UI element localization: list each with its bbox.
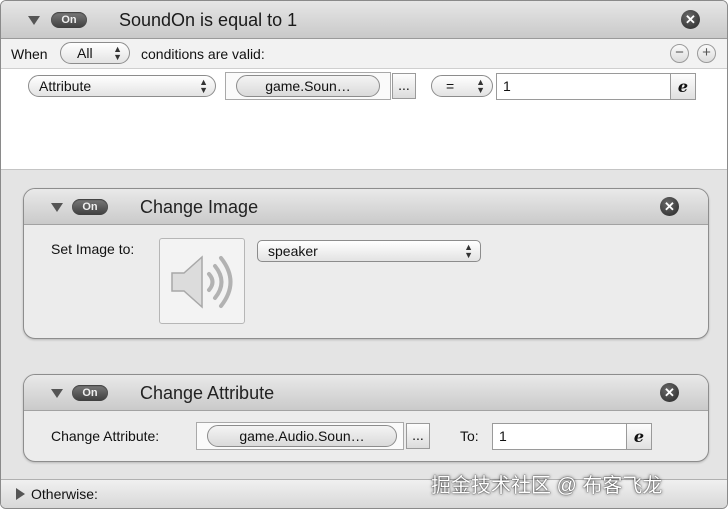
condition-area: Attribute ▲ ▼ game.Soun… ... = ▲ ▼ 1 e bbox=[1, 69, 727, 169]
rule-close-icon[interactable]: ✕ bbox=[681, 10, 700, 29]
image-select-value: speaker bbox=[268, 243, 318, 259]
change-attribute-title[interactable]: Change Attribute bbox=[140, 383, 274, 404]
conditions-valid-label: conditions are valid: bbox=[141, 46, 265, 62]
to-expression-button[interactable]: e bbox=[626, 423, 652, 450]
change-attribute-browse-button[interactable]: ... bbox=[406, 423, 430, 449]
change-image-on-toggle[interactable]: On bbox=[72, 199, 108, 215]
change-image-header: On Change Image ✕ bbox=[24, 189, 708, 225]
change-image-behavior: On Change Image ✕ Set Image to: speaker … bbox=[23, 188, 709, 339]
actions-area: On Change Image ✕ Set Image to: speaker … bbox=[1, 169, 727, 479]
watermark-text: 掘金技术社区 @ 布客飞龙 bbox=[431, 475, 663, 497]
speaker-icon bbox=[171, 255, 233, 309]
to-label: To: bbox=[460, 428, 479, 444]
collapse-triangle-icon[interactable] bbox=[28, 16, 40, 25]
attribute-token-box: game.Audio.Soun… bbox=[196, 422, 404, 450]
change-attribute-label: Change Attribute: bbox=[51, 428, 160, 444]
select-arrows-icon: ▲ ▼ bbox=[113, 44, 122, 62]
change-attribute-on-toggle[interactable]: On bbox=[72, 385, 108, 401]
change-attribute-behavior: On Change Attribute ✕ Change Attribute: … bbox=[23, 374, 709, 462]
set-image-label: Set Image to: bbox=[51, 241, 135, 257]
condition-value-field[interactable]: 1 bbox=[496, 73, 671, 100]
change-attribute-close-icon[interactable]: ✕ bbox=[660, 383, 679, 402]
to-value-field[interactable]: 1 bbox=[492, 423, 627, 450]
rule-on-toggle[interactable]: On bbox=[51, 12, 87, 28]
change-image-close-icon[interactable]: ✕ bbox=[660, 197, 679, 216]
rule-header: On SoundOn is equal to 1 ✕ bbox=[1, 1, 727, 39]
condition-browse-button[interactable]: ... bbox=[392, 73, 416, 99]
rule-editor-window: On SoundOn is equal to 1 ✕ When All ▲ ▼ c… bbox=[0, 0, 728, 509]
rule-title[interactable]: SoundOn is equal to 1 bbox=[119, 10, 297, 31]
collapse-triangle-icon[interactable] bbox=[51, 203, 63, 212]
condition-attribute-token[interactable]: game.Soun… bbox=[236, 75, 380, 97]
select-arrows-icon: ▲ ▼ bbox=[464, 242, 473, 260]
change-image-title[interactable]: Change Image bbox=[140, 197, 258, 218]
operator-value: = bbox=[446, 78, 455, 94]
conditions-mode-select[interactable]: All ▲ ▼ bbox=[60, 42, 130, 64]
when-label: When bbox=[11, 46, 48, 62]
condition-type-select[interactable]: Attribute ▲ ▼ bbox=[28, 75, 216, 97]
operator-select[interactable]: = ▲ ▼ bbox=[431, 75, 493, 97]
condition-type-value: Attribute bbox=[39, 78, 92, 94]
conditions-mode-value: All bbox=[77, 45, 93, 61]
image-preview-well[interactable] bbox=[159, 238, 245, 324]
condition-expression-button[interactable]: e bbox=[670, 73, 696, 100]
add-condition-button[interactable]: + bbox=[697, 44, 716, 63]
select-arrows-icon: ▲ ▼ bbox=[199, 77, 208, 95]
expand-triangle-icon[interactable] bbox=[16, 488, 25, 500]
image-select[interactable]: speaker ▲ ▼ bbox=[257, 240, 481, 262]
when-row: When All ▲ ▼ conditions are valid: − + bbox=[1, 39, 727, 69]
collapse-triangle-icon[interactable] bbox=[51, 389, 63, 398]
select-arrows-icon: ▲ ▼ bbox=[476, 77, 485, 95]
change-attribute-token[interactable]: game.Audio.Soun… bbox=[207, 425, 397, 447]
change-attribute-header: On Change Attribute ✕ bbox=[24, 375, 708, 411]
attribute-token-box: game.Soun… bbox=[225, 72, 391, 100]
otherwise-label: Otherwise: bbox=[31, 486, 98, 502]
remove-condition-button[interactable]: − bbox=[670, 44, 689, 63]
